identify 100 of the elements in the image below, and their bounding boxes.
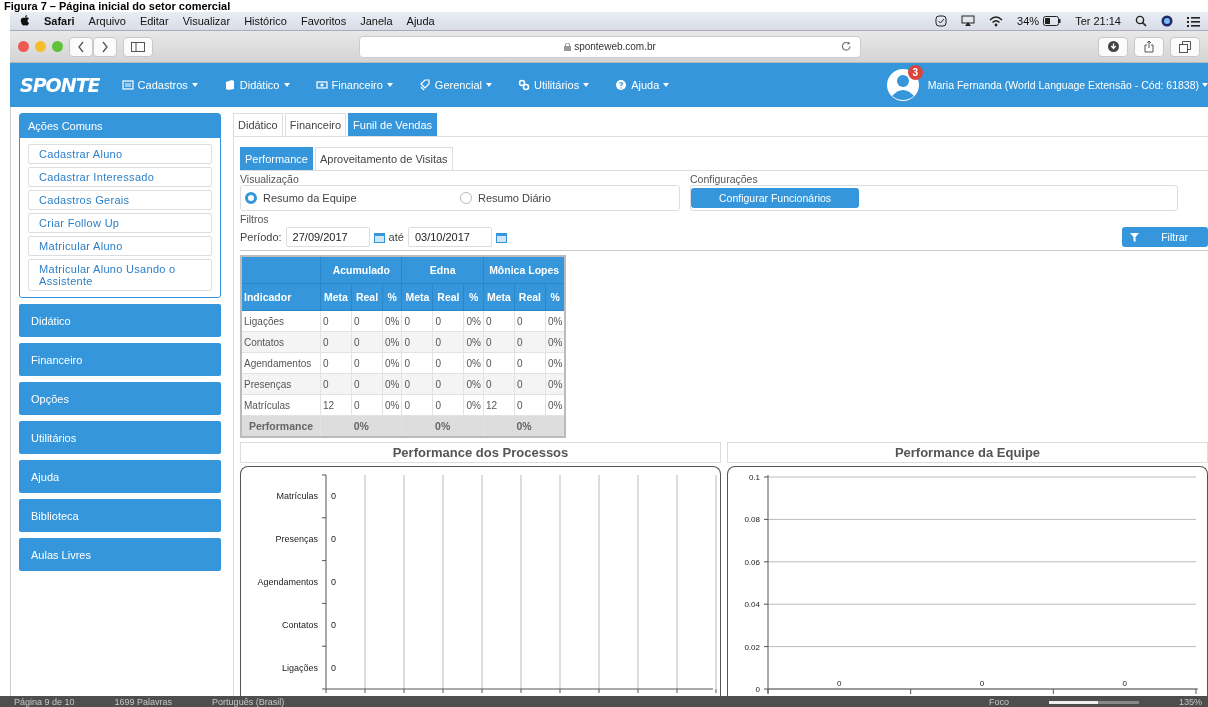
filter-button[interactable]: Filtrar <box>1122 227 1208 247</box>
chart-title: Performance da Equipe <box>727 442 1208 463</box>
download-icon <box>1107 41 1119 52</box>
nav-menu[interactable]: Didático <box>223 79 290 91</box>
table-cell: 12 <box>483 394 515 416</box>
radio-option[interactable]: Resumo Diário <box>460 192 675 204</box>
table-cell: 0 <box>432 394 464 416</box>
tab[interactable]: Didático <box>233 113 283 136</box>
focus-button[interactable]: Foco <box>988 697 1009 707</box>
table-cell: 0 <box>320 310 352 332</box>
table-cell: 0 <box>320 352 352 374</box>
menu-item[interactable]: Favoritos <box>300 15 347 27</box>
action-link[interactable]: Cadastrar Aluno <box>28 144 212 164</box>
table-cell: 0 <box>432 310 464 332</box>
column-header: Edna <box>401 256 484 284</box>
table-cell: 0 <box>483 310 515 332</box>
banknote-icon <box>315 79 328 91</box>
y-tick-label: 0.02 <box>744 642 760 652</box>
action-link[interactable]: Matricular Aluno <box>28 236 212 256</box>
action-link[interactable]: Matricular Aluno Usando o Assistente <box>28 259 212 291</box>
date-field[interactable]: 27/09/2017 <box>285 227 370 247</box>
action-link[interactable]: Criar Follow Up <box>28 213 212 233</box>
category-label: Contatos <box>281 619 318 630</box>
menu-item[interactable]: Histórico <box>244 15 287 27</box>
checklist-icon[interactable] <box>935 15 948 27</box>
nav-menu[interactable]: Financeiro <box>315 79 393 91</box>
calendar-icon[interactable] <box>373 231 385 243</box>
radio-icon[interactable] <box>460 192 472 204</box>
wifi-icon[interactable] <box>989 15 1004 27</box>
configure-button[interactable]: Configurar Funcionários <box>691 188 860 208</box>
caret-icon <box>485 83 492 87</box>
table-cell: Agendamentos <box>241 352 321 374</box>
sidebar-button[interactable] <box>123 36 153 57</box>
group-legend: Configurações <box>690 173 1178 185</box>
sidebar-section[interactable]: Opções <box>19 382 221 415</box>
language-label[interactable]: Português (Brasil) <box>212 697 285 707</box>
sidebar-section[interactable]: Utilitários <box>19 421 221 454</box>
caret-icon <box>583 83 590 87</box>
caret-icon <box>1202 83 1208 87</box>
airplay-icon[interactable] <box>961 15 976 27</box>
table-cell: 0 <box>432 352 464 374</box>
close-button[interactable] <box>18 41 29 52</box>
y-tick-label: 0 <box>755 685 760 694</box>
tab[interactable]: Aproveitamento de Visitas <box>315 147 453 170</box>
date-field[interactable]: 03/10/2017 <box>407 227 492 247</box>
address-field[interactable]: sponteweb.com.br <box>359 35 861 58</box>
battery-icon[interactable] <box>1043 16 1062 26</box>
radio-icon[interactable] <box>245 192 257 204</box>
nav-menu[interactable]: Gerencial <box>418 79 492 91</box>
reload-icon[interactable] <box>841 40 852 52</box>
table-cell: 0 <box>401 310 433 332</box>
lock-icon <box>564 42 572 51</box>
sidebar-section[interactable]: Aulas Livres <box>19 538 221 571</box>
menu-item[interactable]: Janela <box>360 15 393 27</box>
nav-menu[interactable]: Utilitários <box>517 79 590 91</box>
zoom-slider[interactable] <box>1048 700 1139 704</box>
data-label: 0 <box>331 577 336 587</box>
user-menu[interactable]: Maria Fernanda (World Language Extensão - Cód: 61838) <box>927 79 1208 91</box>
table-cell: 0% <box>382 352 402 374</box>
apple-icon[interactable] <box>20 15 30 27</box>
battery-percent: 34% <box>1017 15 1040 27</box>
menu-item[interactable]: Visualizar <box>182 15 231 27</box>
app-menu[interactable]: Safari <box>44 15 75 27</box>
caret-icon <box>283 83 290 87</box>
table-cell: 0 <box>401 394 433 416</box>
category-label: Presenças <box>275 534 318 545</box>
tab[interactable]: Funil de Vendas <box>348 113 437 136</box>
sidebar-section[interactable]: Ajuda <box>19 460 221 493</box>
nav-menu[interactable]: Ajuda <box>615 79 670 91</box>
category-label: Matrículas <box>276 491 318 502</box>
tab[interactable]: Financeiro <box>284 113 347 136</box>
tab[interactable]: Performance <box>240 147 313 170</box>
download-button[interactable] <box>1098 36 1128 57</box>
data-label: 0 <box>331 534 336 545</box>
action-link[interactable]: Cadastrar Interessado <box>28 167 212 187</box>
menu-item[interactable]: Ajuda <box>406 15 435 27</box>
search-icon[interactable] <box>1135 15 1147 27</box>
menu-item[interactable]: Arquivo <box>88 15 126 27</box>
siri-icon[interactable] <box>1161 15 1173 27</box>
tabs-button[interactable] <box>1170 36 1200 57</box>
action-link[interactable]: Cadastros Gerais <box>28 190 212 210</box>
sidebar-section[interactable]: Financeiro <box>19 343 221 376</box>
back-button[interactable] <box>69 36 93 57</box>
calendar-icon[interactable] <box>495 231 507 243</box>
user-avatar-icon[interactable] <box>885 68 920 102</box>
table-cell: 0 <box>483 352 515 374</box>
logo[interactable]: SPONTE <box>20 74 100 96</box>
menu-item[interactable]: Editar <box>139 15 169 27</box>
table-cell: 0% <box>463 310 484 332</box>
table-cell: 0 <box>351 394 383 416</box>
sidebar-section[interactable]: Biblioteca <box>19 499 221 532</box>
table-cell: 12 <box>320 394 352 416</box>
sidebar-section[interactable]: Didático <box>19 304 221 337</box>
radio-option[interactable]: Resumo da Equipe <box>245 192 460 204</box>
nav-menu[interactable]: Cadastros <box>121 79 198 91</box>
forward-button[interactable] <box>93 36 117 57</box>
data-label: 0 <box>837 679 842 688</box>
panel-header: Ações Comuns <box>20 114 220 138</box>
table-cell: Presenças <box>241 373 321 395</box>
list-icon[interactable] <box>1187 15 1200 27</box>
